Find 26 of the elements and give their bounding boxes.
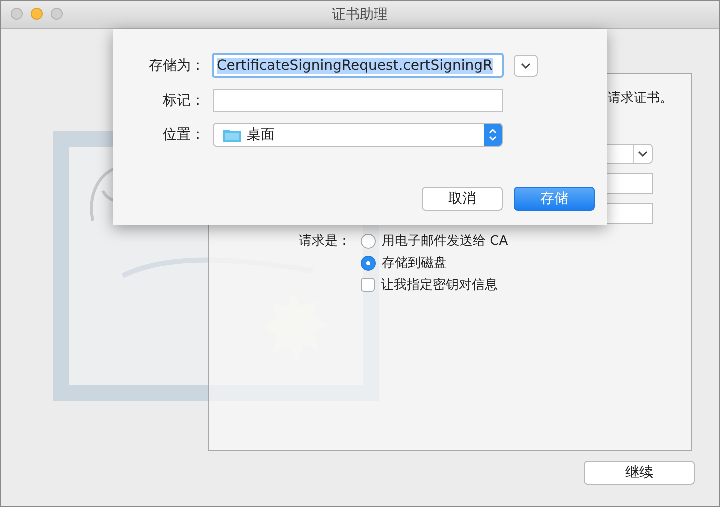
close-button[interactable] [11,8,23,20]
checkbox[interactable] [361,278,375,292]
field-label: 请求是： [298,233,352,251]
radio-button[interactable] [361,256,376,270]
option-label: 用电子邮件发送给 CA [382,233,508,250]
location-popup[interactable]: 桌面 [213,123,503,147]
option-label: 让我指定密钥对信息 [381,277,498,294]
field-label: 标记： [162,92,206,110]
field-label: 存储为： [148,56,206,74]
option-label: 存储到磁盘 [382,255,447,272]
field-value: CertificateSigningRequest.certSigningR [217,58,493,74]
cancel-button[interactable]: 取消 [422,187,503,211]
window-title: 证书助理 [332,6,388,24]
folder-icon [223,128,241,142]
input-field[interactable]: CertificateSigningRequest.certSigningR [212,53,504,78]
popup-value: 桌面 [247,126,276,144]
continue-button[interactable]: 继续 [584,461,695,485]
expand-button[interactable] [514,54,538,76]
minimize-button[interactable] [31,8,43,20]
stepper-icon [484,124,502,146]
zoom-button[interactable] [51,8,63,20]
field-label: 位置： [162,126,206,144]
chevron-icon [521,62,531,68]
input-field[interactable] [213,89,503,112]
radio-button[interactable] [361,234,376,248]
intro-text: 请求证书。 [608,90,673,107]
